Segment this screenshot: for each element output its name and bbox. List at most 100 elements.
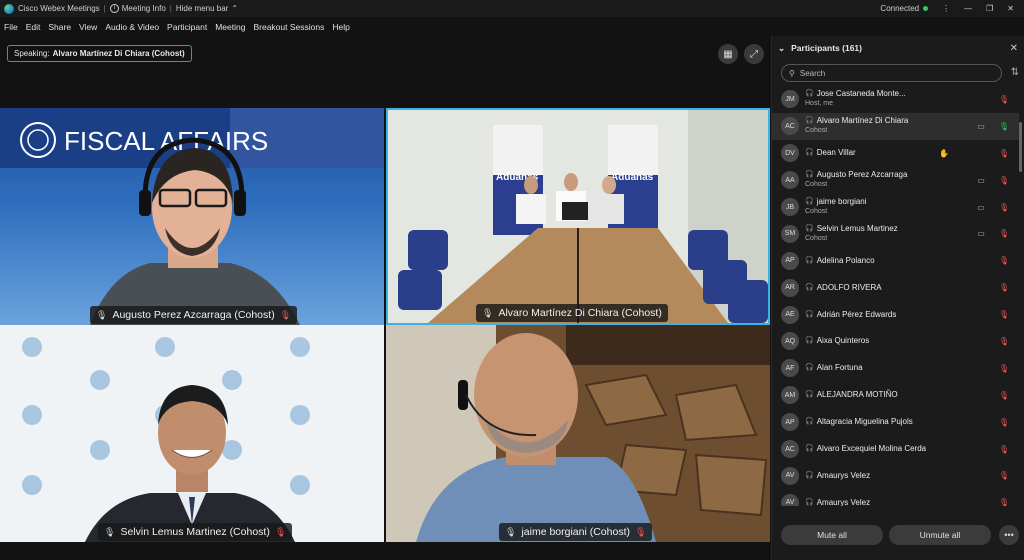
audio-icon: 🎧	[805, 498, 814, 506]
search-placeholder: Search	[799, 68, 826, 78]
avatar: AF	[781, 359, 799, 378]
participant-name: ALEJANDRA MOTIÑO	[816, 390, 898, 400]
participants-scrollbar[interactable]	[1019, 122, 1022, 172]
participant-info: 🎧 Alvaro Excequiel Molina Cerda	[805, 444, 926, 454]
video-tile-active[interactable]: Aduanas Aduanas 🎙 Alvaro Martínez Di Chi…	[386, 108, 770, 325]
restore-icon[interactable]: ❐	[986, 4, 993, 13]
menu-participant[interactable]: Participant	[167, 22, 207, 32]
participant-row[interactable]: AC 🎧 Alvaro Excequiel Molina Cerda 🎙	[772, 436, 1019, 463]
muted-mic-icon[interactable]: 🎙	[999, 149, 1009, 158]
participant-status-icons: ▭ 🎙	[977, 203, 1009, 212]
audio-icon: 🎧	[805, 364, 814, 372]
close-panel-icon[interactable]: ✕	[1010, 43, 1018, 54]
participant-search-input[interactable]: ⚲ Search	[781, 64, 1002, 82]
expand-icon: ⤢	[750, 48, 758, 60]
participant-status-icons: 🎙	[999, 498, 1009, 506]
minimize-icon[interactable]: —	[964, 4, 972, 13]
participant-row[interactable]: AE 🎧 Adrián Pérez Edwards 🎙	[772, 301, 1019, 328]
avatar: AR	[781, 278, 799, 297]
video-name-label: 🎙 jaime borgiani (Cohost) 🎙	[499, 523, 653, 541]
muted-mic-icon[interactable]: 🎙	[999, 310, 1009, 319]
more-options-icon[interactable]: ⋮	[942, 4, 950, 13]
participant-name: Alvaro Excequiel Molina Cerda	[816, 444, 927, 454]
sort-icon[interactable]: ⇅	[1011, 67, 1019, 78]
muted-mic-icon[interactable]: 🎙	[999, 229, 1009, 238]
participant-info: 🎧 Alan Fortuna	[805, 363, 863, 373]
menu-audio-video[interactable]: Audio & Video	[105, 22, 159, 32]
video-name-label: 🎙 Augusto Perez Azcarraga (Cohost) 🎙	[90, 306, 298, 324]
participant-name-line: 🎧 Augusto Perez Azcarraga	[805, 170, 907, 180]
video-tile[interactable]: 🎙 Selvin Lemus Martinez (Cohost) 🎙	[0, 325, 384, 542]
speaking-indicator: Speaking: Alvaro Martínez Di Chiara (Coh…	[7, 45, 192, 62]
participant-name: Alan Fortuna	[816, 363, 863, 373]
menu-file[interactable]: File	[4, 22, 18, 32]
muted-mic-icon[interactable]: 🎙	[999, 364, 1009, 373]
participant-row[interactable]: AC 🎧 Alvaro Martínez Di Chiara Cohost ▭ 🎙	[772, 112, 1019, 140]
muted-mic-icon[interactable]: 🎙	[999, 283, 1009, 292]
muted-mic-icon[interactable]: 🎙	[999, 498, 1009, 506]
mute-all-button[interactable]: Mute all	[781, 525, 883, 545]
participant-row[interactable]: AQ 🎧 Aixa Quinteros 🎙	[772, 328, 1019, 355]
participant-row[interactable]: AV 🎧 Amaurys Velez 🎙	[772, 462, 1019, 489]
menu-view[interactable]: View	[79, 22, 97, 32]
fullscreen-button[interactable]: ⤢	[744, 44, 764, 64]
participant-row[interactable]: AA 🎧 Augusto Perez Azcarraga Cohost ▭ 🎙	[772, 167, 1019, 194]
participant-name: Adelina Polanco	[816, 255, 875, 265]
avatar: AP	[781, 251, 799, 270]
collapse-chevron-icon[interactable]: ⌄	[778, 43, 785, 54]
muted-mic-icon[interactable]: 🎙	[999, 418, 1009, 427]
window-controls: Connected ⋮ — ❐ ✕	[880, 4, 1024, 13]
video-tile[interactable]: 🎙 jaime borgiani (Cohost) 🎙	[386, 325, 770, 542]
participant-row[interactable]: JB 🎧 jaime borgiani Cohost ▭ 🎙	[772, 194, 1019, 221]
audio-icon: 🎧	[805, 198, 814, 205]
participant-row[interactable]: DV 🎧 Dean Villar ✋ 🎙	[772, 140, 1019, 167]
muted-mic-icon[interactable]: 🎙	[999, 337, 1009, 346]
more-options-button[interactable]: •••	[999, 525, 1019, 545]
participant-name: Selvin Lemus Martinez	[816, 223, 898, 233]
audio-icon: 🎧	[805, 471, 814, 479]
menu-share[interactable]: Share	[48, 22, 71, 32]
video-tile[interactable]: FISCAL AFFAIRS 🎙 Augusto Perez Azcarraga…	[0, 108, 384, 325]
unmute-all-button[interactable]: Unmute all	[889, 525, 991, 545]
participant-row[interactable]: AP 🎧 Adelina Polanco 🎙	[772, 247, 1019, 274]
menu-breakout-sessions[interactable]: Breakout Sessions	[253, 22, 324, 32]
raise-hand-icon: ✋	[939, 148, 949, 158]
participant-row[interactable]: AF 🎧 Alan Fortuna 🎙	[772, 355, 1019, 382]
muted-mic-icon[interactable]: 🎙	[999, 95, 1009, 104]
menu-meeting[interactable]: Meeting	[215, 22, 245, 32]
participant-row[interactable]: AM 🎧 ALEJANDRA MOTIÑO 🎙	[772, 382, 1019, 409]
participant-row[interactable]: AP 🎧 Altagracia Miguelina Pujols 🎙	[772, 409, 1019, 436]
menu-bar: File Edit Share View Audio & Video Parti…	[0, 18, 1024, 36]
close-window-icon[interactable]: ✕	[1007, 4, 1014, 13]
participant-name-line: 🎧 Amaurys Velez	[805, 498, 870, 506]
participant-status-icons: 🎙	[999, 445, 1009, 454]
mic-icon: 🎙	[505, 526, 517, 537]
muted-mic-icon[interactable]: 🎙	[999, 391, 1009, 400]
avatar: AC	[781, 117, 799, 136]
muted-mic-icon[interactable]: 🎙	[999, 176, 1009, 185]
mic-on-icon[interactable]: 🎙	[999, 122, 1009, 131]
muted-mic-icon[interactable]: 🎙	[999, 471, 1009, 480]
participant-row[interactable]: AV 🎧 Amaurys Velez 🎙	[772, 489, 1019, 506]
participant-status-icons: 🎙	[999, 364, 1009, 373]
muted-mic-icon[interactable]: 🎙	[999, 445, 1009, 454]
hide-menu-bar-button[interactable]: Hide menu bar ⌃	[176, 4, 238, 13]
menu-help[interactable]: Help	[332, 22, 349, 32]
menu-edit[interactable]: Edit	[26, 22, 41, 32]
participant-row[interactable]: AR 🎧 ADOLFO RIVERA 🎙	[772, 274, 1019, 301]
participant-info: 🎧 Altagracia Miguelina Pujols	[805, 417, 913, 427]
participant-row[interactable]: JM 🎧 Jose Castaneda Monte... Host, me 🎙	[772, 86, 1019, 113]
hide-menu-bar-label: Hide menu bar	[175, 4, 229, 13]
muted-mic-icon[interactable]: 🎙	[999, 203, 1009, 212]
camera-icon: ▭	[977, 202, 985, 212]
participant-row[interactable]: SM 🎧 Selvin Lemus Martinez Cohost ▭ 🎙	[772, 220, 1019, 247]
participant-status-icons: ▭ 🎙	[977, 229, 1009, 238]
participant-info: 🎧 Amaurys Velez	[805, 498, 870, 506]
muted-mic-icon[interactable]: 🎙	[999, 256, 1009, 265]
video-name-label: 🎙 Alvaro Martínez Di Chiara (Cohost)	[476, 304, 668, 322]
participant-status-icons: 🎙	[999, 283, 1009, 292]
camera-icon: ▭	[977, 175, 985, 185]
participant-status-icons: 🎙	[999, 337, 1009, 346]
layout-grid-button[interactable]: ▦	[718, 44, 738, 64]
meeting-info-button[interactable]: i Meeting Info	[109, 4, 166, 13]
